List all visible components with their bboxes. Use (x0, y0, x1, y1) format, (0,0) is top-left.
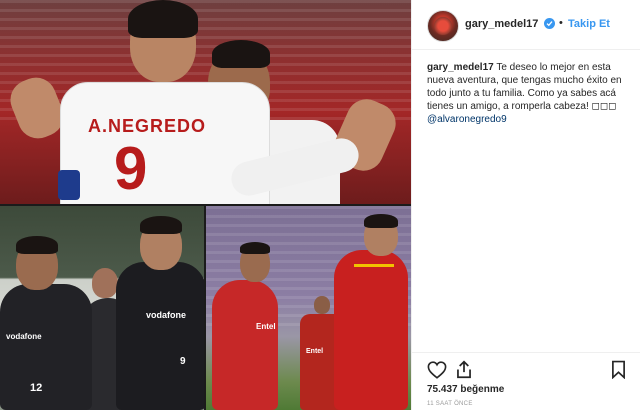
avatar[interactable] (427, 10, 459, 42)
medel-red-hair (240, 242, 270, 254)
post-media[interactable]: A.NEGREDO 9 vodafone 12 vodafone 9 Entel (0, 0, 411, 410)
jersey-name: A.NEGREDO (88, 116, 207, 136)
sponsor-text-right: vodafone (146, 310, 187, 320)
follow-button[interactable]: Takip Et (568, 18, 610, 30)
negredo-hair (128, 0, 198, 38)
medel-hair (16, 236, 58, 254)
share-icon[interactable] (455, 360, 473, 379)
negredo-training-torso (116, 262, 204, 410)
avatar-image (434, 17, 452, 35)
bg-player-head (92, 268, 118, 298)
post-actions: 75.437 beğenme 11 SAAT ÖNCE (412, 352, 640, 410)
medel-torso (0, 284, 92, 410)
photo-bottom-left-training: vodafone 12 vodafone 9 (0, 206, 204, 410)
post-side-panel: gary_medel17 • Takip Et gary_medel17 Te … (411, 0, 640, 410)
jersey-number: 9 (114, 135, 148, 202)
sponsor-text-left: vodafone (6, 332, 42, 341)
shirt-sponsor-right: Entel (306, 348, 324, 355)
bg-red-player-head (314, 296, 330, 314)
sleeve-stripe (58, 170, 80, 200)
player-right-hair (212, 40, 270, 68)
post-caption: gary_medel17 Te deseo lo mejor en esta n… (427, 61, 632, 126)
medel-number: 12 (30, 382, 43, 394)
photo-bottom-right-national: Entel Entel (206, 206, 411, 410)
bookmark-icon[interactable] (611, 360, 626, 379)
medel-red-torso (212, 280, 278, 410)
header-username[interactable]: gary_medel17 (465, 18, 538, 30)
heart-icon[interactable] (427, 361, 447, 379)
caption-mention[interactable]: @alvaronegredo9 (427, 114, 507, 125)
negredo-training-hair (140, 216, 182, 234)
shirt-sponsor-left: Entel (256, 322, 276, 331)
negredo-red-hair (364, 214, 398, 228)
likes-count[interactable]: 75.437 beğenme (427, 384, 504, 395)
header-separator: • (559, 17, 563, 29)
negredo-number: 9 (180, 356, 186, 367)
post-timestamp: 11 SAAT ÖNCE (427, 401, 473, 407)
negredo-red-torso (334, 250, 408, 410)
collar-stripe (354, 264, 394, 267)
caption-username[interactable]: gary_medel17 (427, 62, 494, 73)
verified-badge-icon (544, 18, 555, 29)
photo-top-embrace: A.NEGREDO 9 (0, 0, 411, 204)
post-header: gary_medel17 • Takip Et (412, 0, 640, 50)
